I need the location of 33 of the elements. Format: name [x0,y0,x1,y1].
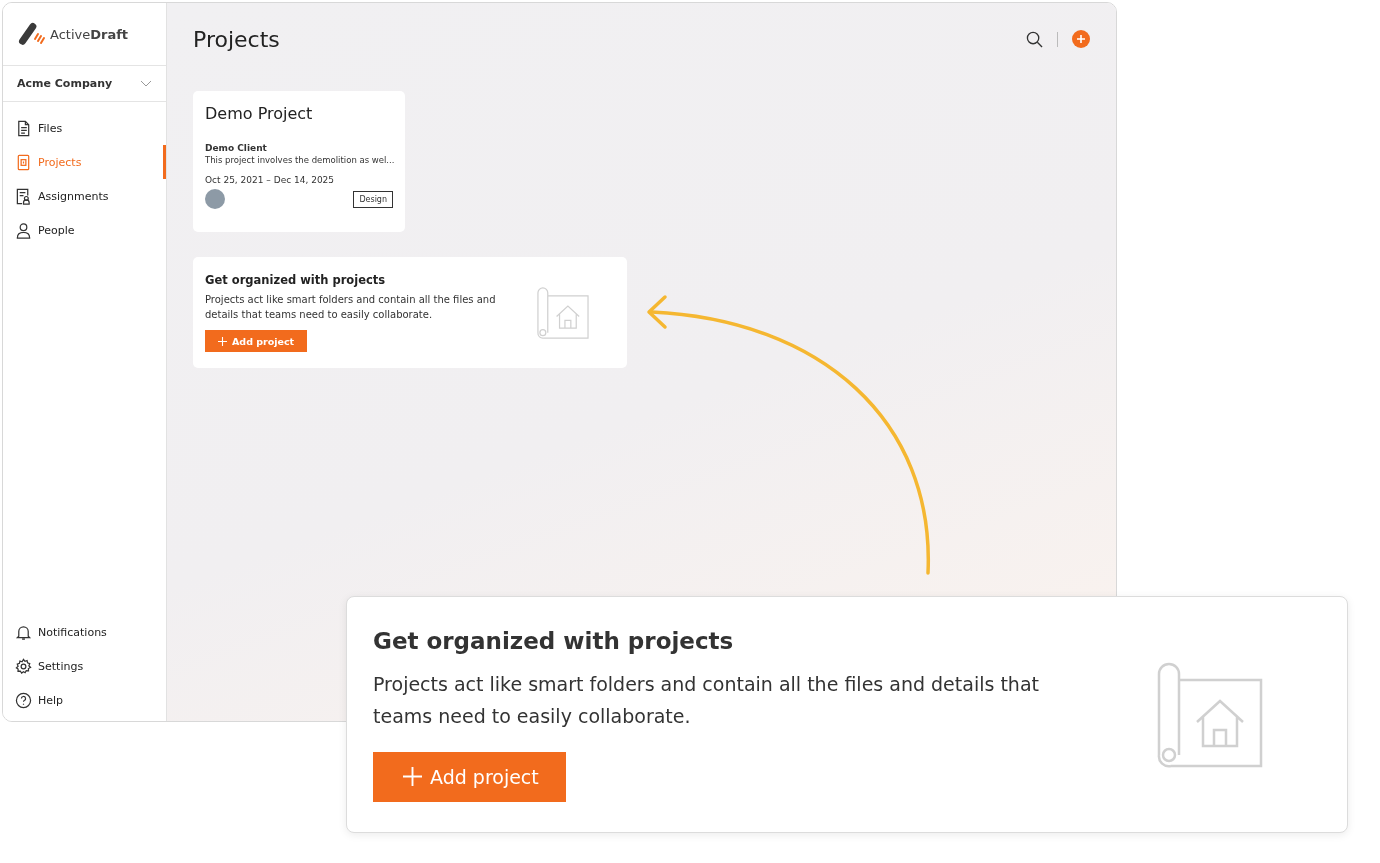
person-icon [15,221,32,239]
nav-item[interactable]: Notifications [3,615,166,649]
nav-item[interactable]: Files [3,111,166,145]
project-title: Demo Project [205,104,314,123]
client-name: Demo Client [205,143,268,153]
plus-icon [218,336,227,346]
help-icon [15,691,32,709]
empty-state-text: Projects act like smart folders and contain all the files and details that teams need to easily collaborate. [205,293,497,322]
tag: Design [353,190,393,208]
add-icon[interactable] [1072,30,1090,48]
page-title: Projects [193,26,280,52]
blueprint-house-icon [535,285,589,340]
nav-item[interactable]: Settings [3,649,166,683]
clipboard-icon [15,153,32,171]
document-icon [15,119,32,137]
settings-icon [15,657,32,675]
project-card[interactable]: Demo Project Demo Client This project involves the demolition as wel... Oct 25, 2021 – Dec 14, 2025 Design [193,91,405,232]
logo-icon [18,22,46,46]
callout-text: Projects act like smart folders and contain all the files and details that teams need to easily collaborate. [373,671,1040,729]
plus-icon [403,767,422,786]
nav-item[interactable]: Assignments [3,179,166,213]
callout-title: Get organized with projects [373,627,735,654]
nav-item[interactable]: Help [3,683,166,717]
search-icon[interactable] [1026,30,1043,48]
bell-icon [15,623,32,641]
empty-state-title: Get organized with projects [205,273,387,287]
chevron-down-icon [140,80,152,87]
avatar [205,189,225,209]
project-description: This project involves the demolition as wel... [205,154,393,167]
assignment-icon [15,187,32,205]
project-dates: Oct 25, 2021 – Dec 14, 2025 [205,175,336,185]
brand-name: ActiveDraft [50,26,129,42]
nav-item[interactable]: People [3,213,166,247]
